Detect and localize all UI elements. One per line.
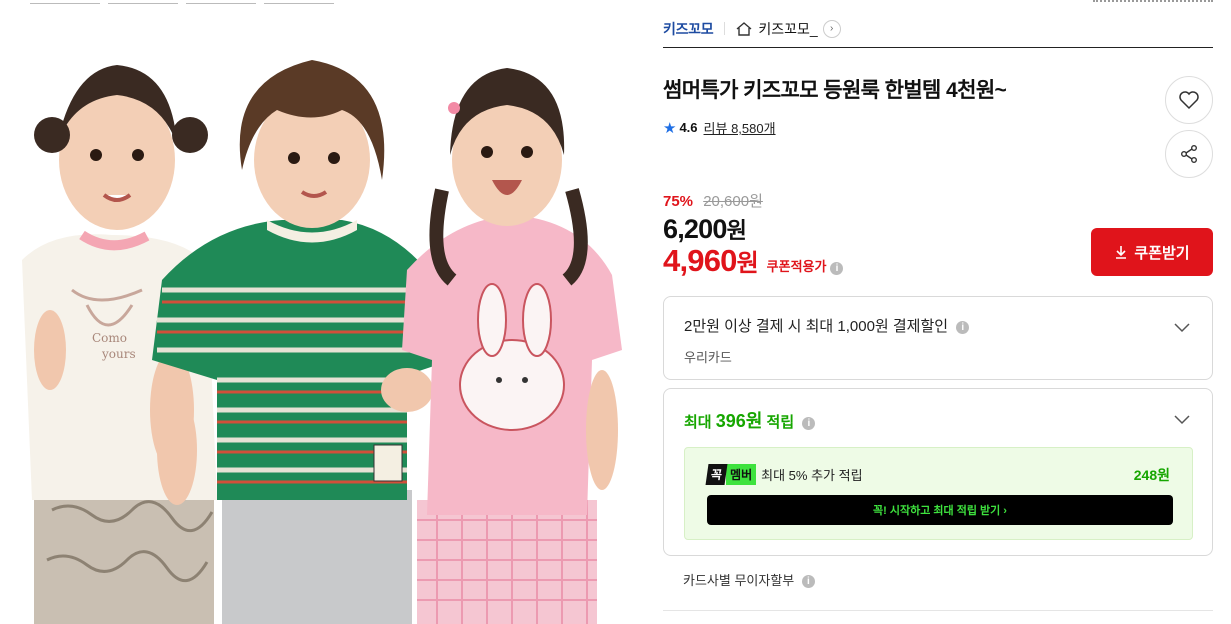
member-text: 최대 5% 추가 적립 bbox=[761, 468, 863, 483]
coupon-download-label: 쿠폰받기 bbox=[1134, 244, 1190, 262]
coupon-download-button[interactable]: 쿠폰받기 bbox=[1091, 228, 1213, 276]
heart-icon bbox=[1179, 91, 1199, 110]
breadcrumb bbox=[30, 0, 334, 6]
svg-text:Como: Como bbox=[92, 331, 127, 345]
installment-label: 카드사별 무이자할부 bbox=[683, 573, 795, 588]
coupon-price-label: 쿠폰적용가 bbox=[766, 259, 827, 274]
share-button[interactable] bbox=[1165, 130, 1213, 178]
member-signup-button[interactable]: 꼭! 시작하고 최대 적립 받기 › bbox=[707, 495, 1173, 525]
points-suffix: 적립 bbox=[762, 414, 795, 431]
card-discount-row: 2만원 이상 결제 시 최대 1,000원 결제할인 i bbox=[684, 315, 1192, 336]
star-icon: ★ bbox=[663, 119, 677, 137]
breadcrumb-item[interactable] bbox=[108, 0, 178, 4]
info-icon[interactable]: i bbox=[830, 262, 844, 275]
store-row: 키즈꼬모 키즈꼬모_ › bbox=[663, 18, 1213, 48]
card-discount-box[interactable]: 2만원 이상 결제 시 최대 1,000원 결제할인 i 우리카드 bbox=[663, 296, 1213, 380]
points-box: 최대 396원 적립 i 꼭 멤버 최대 5% 추가 적립 248원 꼭! 시작… bbox=[663, 388, 1213, 556]
points-prefix: 최대 bbox=[684, 414, 716, 431]
product-page: Como yours 키즈꼬모 키즈꼬모_ › 썸머특가 키즈꼬모 등원룩 한벌… bbox=[0, 0, 1231, 624]
breadcrumb-item[interactable] bbox=[30, 0, 100, 4]
installment-row: 카드사별 무이자할부 i bbox=[683, 570, 815, 589]
card-discount-title: 2만원 이상 결제 시 최대 1,000원 결제할인 bbox=[684, 318, 949, 335]
discount-row: 75% 20,600원 bbox=[663, 190, 1213, 211]
sale-price-unit: 원 bbox=[726, 218, 747, 243]
breadcrumb-item[interactable] bbox=[186, 0, 256, 4]
info-icon[interactable]: i bbox=[802, 416, 816, 430]
home-icon bbox=[736, 21, 752, 36]
share-icon bbox=[1181, 145, 1197, 163]
member-amount: 248원 bbox=[1133, 466, 1170, 483]
review-count-link[interactable]: 리뷰 8,580개 bbox=[704, 118, 776, 137]
brand-link[interactable]: 키즈꼬모 bbox=[663, 19, 714, 39]
coupon-price-value: 4,960 bbox=[663, 243, 737, 278]
child-right bbox=[402, 68, 622, 624]
svg-text:yours: yours bbox=[101, 347, 136, 361]
member-badge: 멤버 bbox=[726, 464, 757, 485]
breadcrumb-item[interactable] bbox=[264, 0, 334, 4]
product-title: 썸머특가 키즈꼬모 등원룩 한벌템 4천원~ bbox=[663, 79, 1007, 102]
chevron-down-icon[interactable] bbox=[1174, 319, 1190, 335]
discount-rate: 75% bbox=[663, 193, 694, 210]
info-icon[interactable]: i bbox=[801, 575, 815, 589]
card-name: 우리카드 bbox=[684, 350, 732, 365]
points-summary: 최대 396원 적립 i bbox=[684, 407, 1192, 433]
product-code bbox=[1093, 0, 1213, 2]
rating-row: ★ 4.6 리뷰 8,580개 bbox=[663, 118, 1213, 137]
divider bbox=[724, 22, 726, 35]
points-amount: 396원 bbox=[715, 411, 763, 431]
kids-photo-illustration: Como yours bbox=[22, 60, 622, 624]
download-icon bbox=[1116, 246, 1127, 259]
sale-price-value: 6,200 bbox=[663, 214, 727, 244]
member-benefit-box: 꼭 멤버 최대 5% 추가 적립 248원 꼭! 시작하고 최대 적립 받기 › bbox=[684, 447, 1193, 540]
product-info-panel: 키즈꼬모 키즈꼬모_ › 썸머특가 키즈꼬모 등원룩 한벌템 4천원~ ★ 4.… bbox=[663, 18, 1213, 611]
member-row: 꼭 멤버 최대 5% 추가 적립 248원 bbox=[705, 464, 1170, 485]
product-image: Como yours bbox=[12, 30, 624, 624]
info-icon[interactable]: i bbox=[956, 320, 970, 334]
divider bbox=[663, 610, 1213, 611]
coupon-price-unit: 원 bbox=[736, 250, 759, 277]
chevron-down-icon[interactable] bbox=[1174, 411, 1190, 427]
kok-badge: 꼭 bbox=[705, 464, 728, 485]
chevron-right-icon[interactable]: › bbox=[822, 19, 841, 38]
rating-score: 4.6 bbox=[679, 120, 698, 135]
store-home-link[interactable]: 키즈꼬모_ bbox=[758, 19, 817, 39]
wishlist-button[interactable] bbox=[1165, 76, 1213, 124]
original-price: 20,600원 bbox=[703, 193, 763, 210]
